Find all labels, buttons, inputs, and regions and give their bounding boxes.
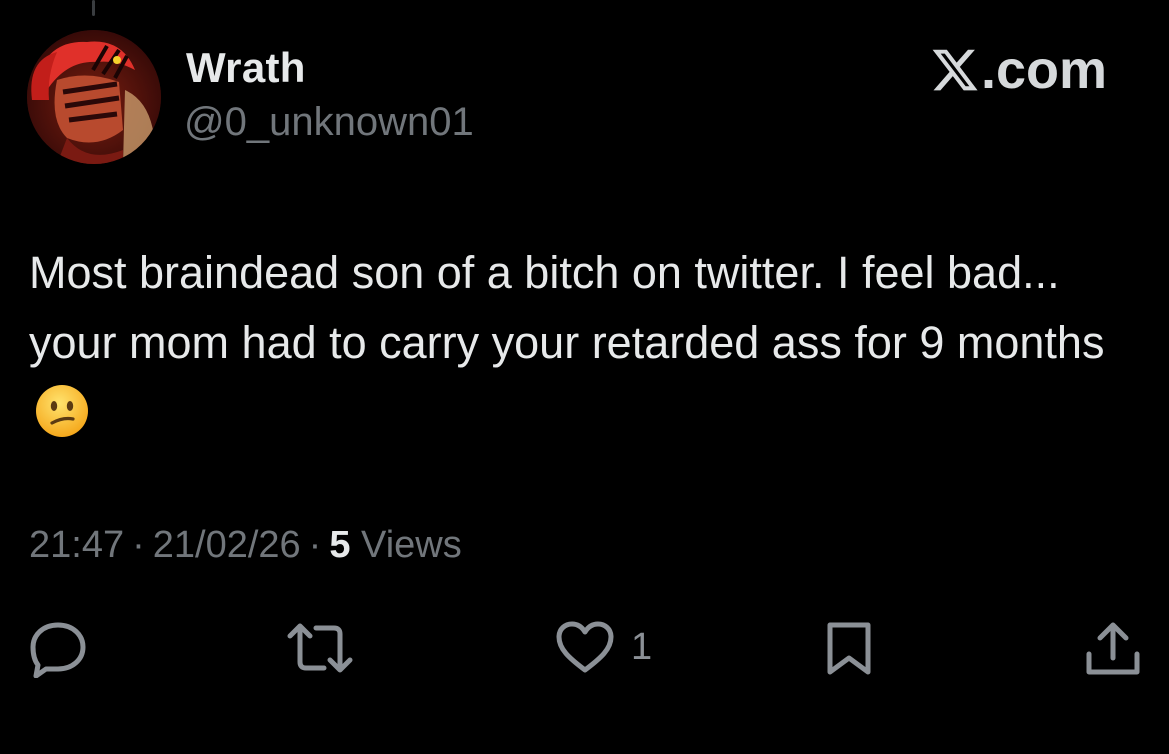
confused-face-emoji [35, 384, 89, 458]
tweet-body: Most braindead son of a bitch on twitter… [29, 247, 1105, 368]
avatar[interactable] [27, 30, 161, 164]
separator-dot: · [132, 524, 145, 566]
separator-dot: · [308, 524, 322, 566]
reply-button[interactable] [28, 620, 88, 678]
x-logo-icon [932, 49, 978, 91]
bookmark-icon [827, 622, 871, 675]
like-count: 1 [631, 625, 653, 668]
tweet-text: Most braindead son of a bitch on twitter… [29, 238, 1139, 458]
reply-icon [30, 622, 86, 678]
author-handle[interactable]: @0_unknown01 [184, 100, 474, 145]
tweet-time: 21:47 [29, 524, 125, 566]
repost-icon [287, 623, 353, 673]
thread-connector-line [92, 0, 95, 16]
author-display-name[interactable]: Wrath [186, 44, 306, 92]
heart-icon [556, 621, 614, 673]
tweet-meta: 21:47 · 21/02/26 · 5 Views [29, 524, 462, 567]
share-button[interactable] [1084, 620, 1142, 678]
tweet-date: 21/02/26 [152, 524, 301, 566]
brand-watermark: .com [930, 40, 1115, 100]
views-count: 5 [329, 524, 351, 566]
bookmark-button[interactable] [823, 620, 875, 678]
views-label[interactable]: Views [361, 524, 462, 566]
repost-button[interactable] [286, 620, 354, 676]
share-icon [1086, 622, 1140, 675]
brand-text: .com [981, 40, 1108, 100]
like-button[interactable]: 1 [555, 620, 652, 674]
